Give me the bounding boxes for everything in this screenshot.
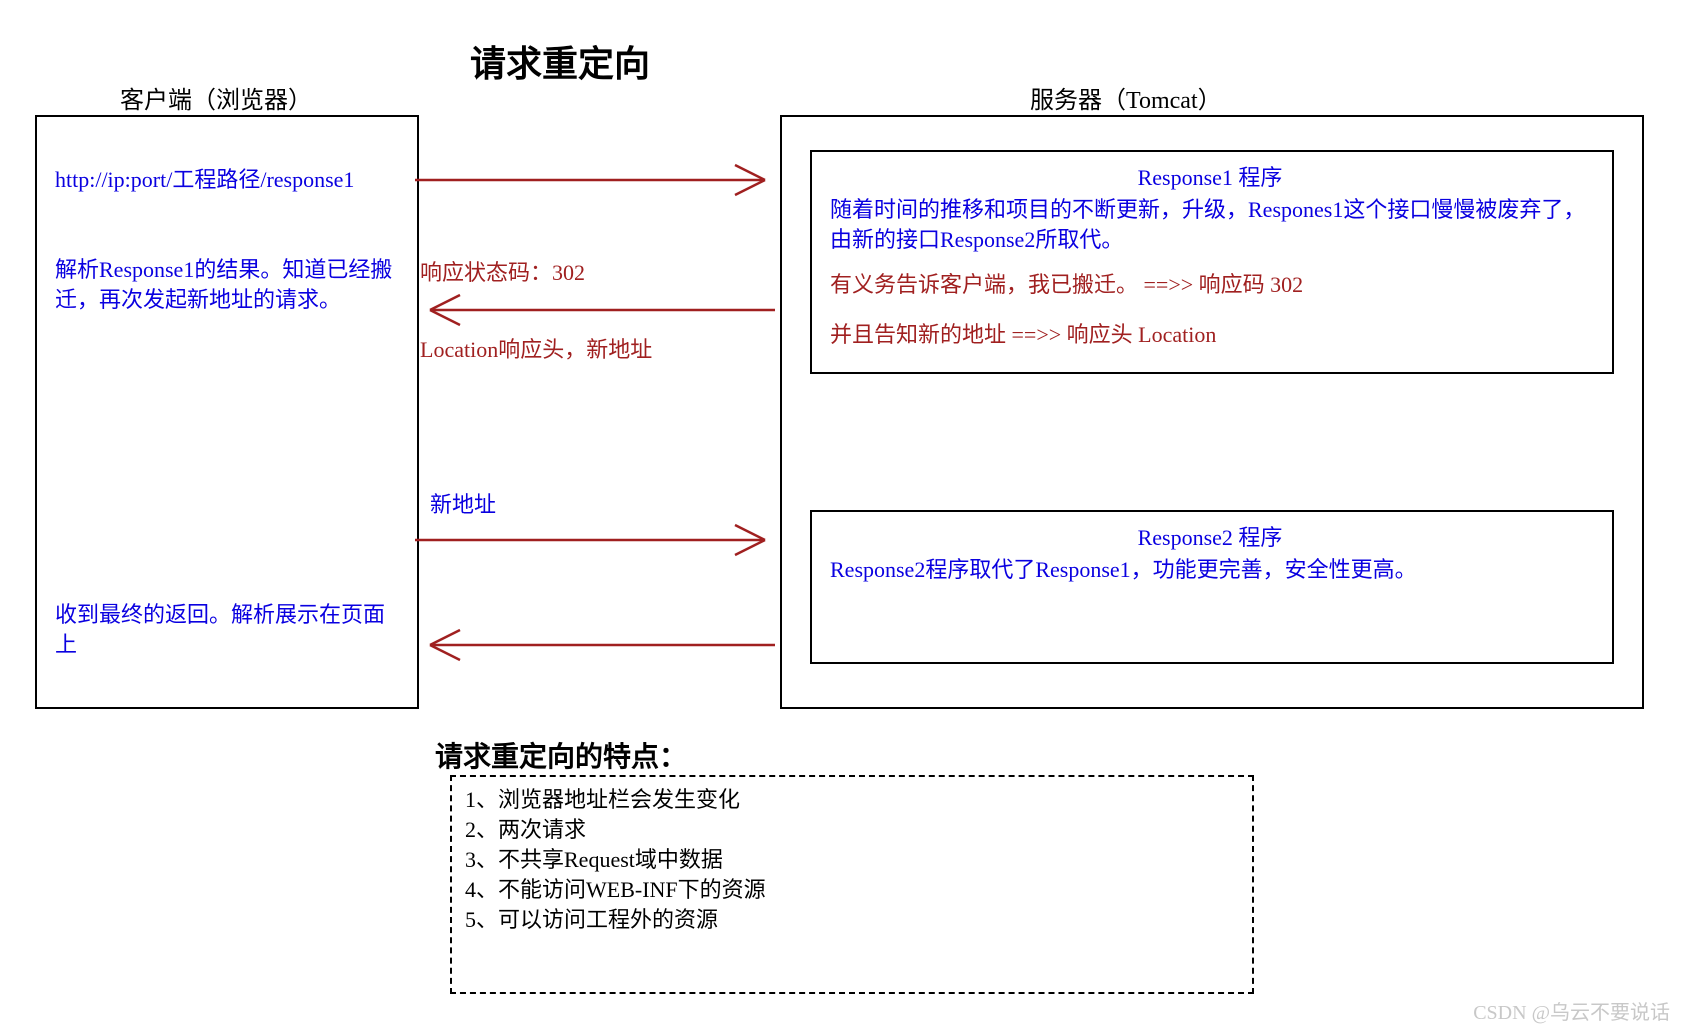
- arrow-newaddr-label: 新地址: [430, 490, 496, 520]
- watermark: CSDN @乌云不要说话: [1473, 996, 1670, 1025]
- resp2-title: Response2 程序: [810, 520, 1610, 552]
- client-parse-text: 解析Response1的结果。知道已经搬迁，再次发起新地址的请求。: [55, 255, 395, 314]
- feature-1: 1、浏览器地址栏会发生变化: [465, 785, 740, 815]
- resp2-line1: Response2程序取代了Response1，功能更完善，安全性更高。: [830, 555, 1600, 585]
- arrow-final-response: [415, 625, 785, 665]
- resp1-line2: 有义务告诉客户端，我已搬迁。 ==>> 响应码 302: [830, 270, 1600, 300]
- diagram-title: 请求重定向: [470, 35, 650, 87]
- feature-2: 2、两次请求: [465, 815, 586, 845]
- server-label: 服务器（Tomcat）: [1030, 80, 1222, 115]
- feature-3: 3、不共享Request域中数据: [465, 845, 723, 875]
- resp1-line3: 并且告知新的地址 ==>> 响应头 Location: [830, 320, 1600, 350]
- arrow-newaddr: [415, 520, 785, 560]
- feature-4: 4、不能访问WEB-INF下的资源: [465, 875, 766, 905]
- resp1-line1: 随着时间的推移和项目的不断更新，升级，Respones1这个接口慢慢被废弃了，由…: [830, 195, 1600, 254]
- arrow-302-location-label: Location响应头，新地址: [420, 335, 652, 365]
- arrow-request1: [415, 160, 785, 200]
- arrow-302-status-label: 响应状态码：302: [420, 258, 585, 288]
- features-title: 请求重定向的特点：: [435, 735, 687, 775]
- feature-5: 5、可以访问工程外的资源: [465, 905, 718, 935]
- client-label: 客户端（浏览器）: [120, 80, 312, 115]
- arrow-302-response: [415, 290, 785, 330]
- resp1-title: Response1 程序: [810, 160, 1610, 192]
- client-final-text: 收到最终的返回。解析展示在页面上: [55, 600, 395, 659]
